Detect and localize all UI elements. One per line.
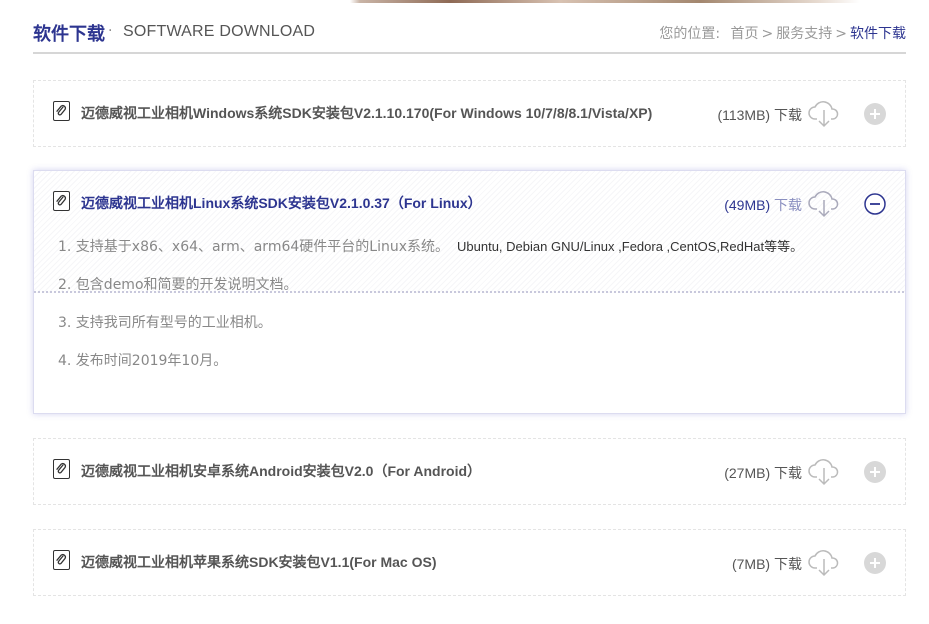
section-header: 软件下载 · SOFTWARE DOWNLOAD 您的位置: 首页 > 服务支持 > 软… <box>33 14 906 54</box>
cloud-download-icon[interactable] <box>808 546 840 578</box>
breadcrumb-prefix: 您的位置: <box>659 26 721 42</box>
breadcrumb-service-support[interactable]: 服务支持 <box>776 23 832 43</box>
download-item-windows: 迈德威视工业相机Windows系统SDK安装包V2.1.10.170(For W… <box>33 80 906 147</box>
breadcrumb: 您的位置: 首页 > 服务支持 > 软件下载 <box>659 23 906 43</box>
file-size: (113MB) 下载 <box>717 107 802 123</box>
download-label: 下载 <box>774 465 802 481</box>
plus-circle-icon[interactable] <box>864 461 886 483</box>
attachment-icon <box>53 191 70 211</box>
breadcrumb-separator: > <box>835 26 847 42</box>
download-label: 下载 <box>774 107 802 123</box>
attachment-icon <box>53 101 70 121</box>
file-size: (7MB) 下载 <box>731 556 802 572</box>
detail-line: 1. 支持基于x86、x64、arm、arm64硬件平台的Linux系统。 Ubu… <box>58 239 804 255</box>
breadcrumb-home[interactable]: 首页 <box>731 23 759 43</box>
download-row[interactable]: 迈德威视工业相机安卓系统Android安装包V2.0（For Android） … <box>34 439 905 505</box>
detail-os-list: Ubuntu, Debian GNU/Linux ,Fedora ,CentOS… <box>457 239 804 254</box>
download-label: 下载 <box>774 556 802 572</box>
download-name[interactable]: 迈德威视工业相机安卓系统Android安装包V2.0（For Android） <box>81 461 481 481</box>
download-item-android: 迈德威视工业相机安卓系统Android安装包V2.0（For Android） … <box>33 438 906 505</box>
download-details: 1. 支持基于x86、x64、arm、arm64硬件平台的Linux系统。 Ubu… <box>58 237 888 389</box>
download-item-linux: 迈德威视工业相机Linux系统SDK安装包V2.1.0.37（For Linux… <box>33 170 906 414</box>
title-separator: · <box>108 23 113 39</box>
cloud-download-icon[interactable] <box>808 187 840 219</box>
attachment-icon <box>53 550 70 570</box>
download-name[interactable]: 迈德威视工业相机苹果系统SDK安装包V1.1(For Mac OS) <box>81 552 436 572</box>
page-subtitle: SOFTWARE DOWNLOAD <box>123 23 316 40</box>
plus-circle-icon[interactable] <box>864 103 886 125</box>
download-name[interactable]: 迈德威视工业相机Windows系统SDK安装包V2.1.10.170(For W… <box>81 103 652 123</box>
file-size: (49MB) 下载 <box>724 197 802 213</box>
download-name[interactable]: 迈德威视工业相机Linux系统SDK安装包V2.1.0.37（For Linux… <box>81 193 482 213</box>
plus-circle-icon[interactable] <box>864 552 886 574</box>
page-title: 软件下载 <box>33 24 105 45</box>
cloud-download-icon[interactable] <box>808 97 840 129</box>
cloud-download-icon[interactable] <box>808 455 840 487</box>
download-label: 下载 <box>774 197 802 213</box>
breadcrumb-current: 软件下载 <box>850 26 906 42</box>
banner-strip <box>0 0 929 3</box>
download-row[interactable]: 迈德威视工业相机苹果系统SDK安装包V1.1(For Mac OS) (7MB)… <box>34 530 905 596</box>
download-row[interactable]: 迈德威视工业相机Linux系统SDK安装包V2.1.0.37（For Linux… <box>34 171 905 237</box>
download-item-macos: 迈德威视工业相机苹果系统SDK安装包V1.1(For Mac OS) (7MB)… <box>33 529 906 596</box>
attachment-icon <box>53 459 70 479</box>
breadcrumb-separator: > <box>761 26 774 42</box>
file-size: (27MB) 下载 <box>724 465 802 481</box>
detail-line: 3. 支持我司所有型号的工业相机。 <box>58 315 272 331</box>
minus-circle-icon[interactable] <box>864 193 886 215</box>
detail-line: 2. 包含demo和简要的开发说明文档。 <box>58 277 298 293</box>
download-row[interactable]: 迈德威视工业相机Windows系统SDK安装包V2.1.10.170(For W… <box>34 81 905 147</box>
detail-line: 4. 发布时间2019年10月。 <box>58 353 228 369</box>
